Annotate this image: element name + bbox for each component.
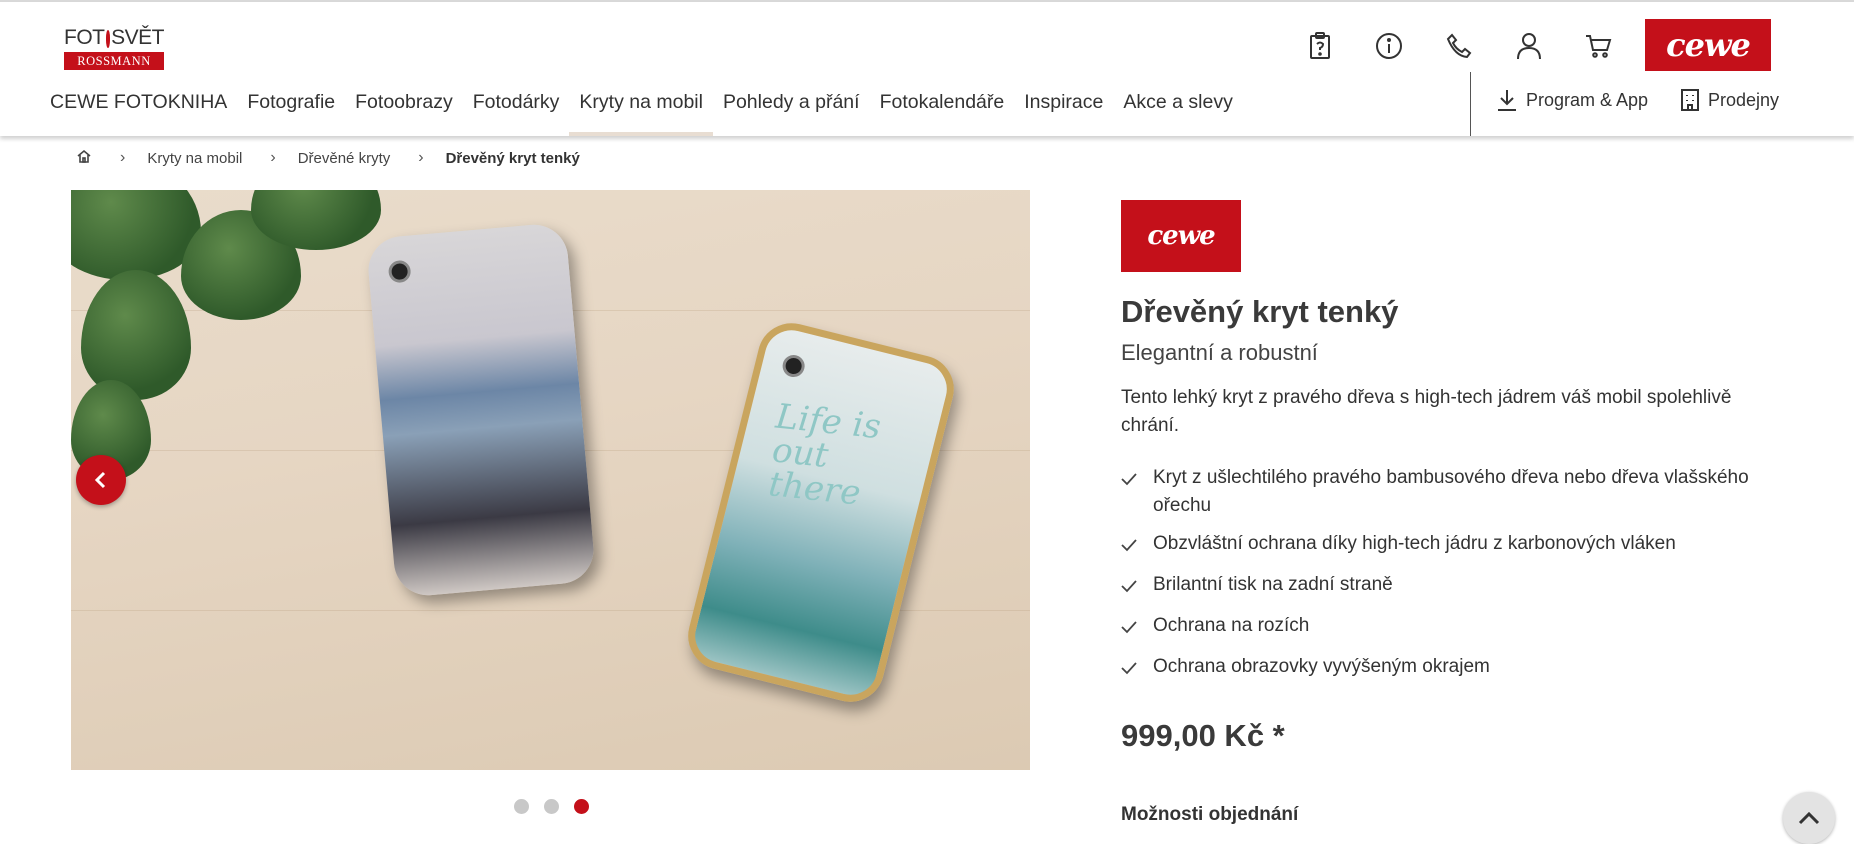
phone-case-image-2: Life is out there	[681, 316, 961, 709]
scroll-to-top-button[interactable]	[1783, 792, 1835, 844]
feature-text: Ochrana na rozích	[1153, 615, 1310, 636]
logo-text-svet: SVĚT	[111, 26, 164, 49]
nav-fotokalendare[interactable]: Fotokalendáře	[870, 82, 1015, 136]
nav-akce-a-slevy[interactable]: Akce a slevy	[1113, 82, 1242, 136]
list-item: Obzvláštní ochrana díky high-tech jádru …	[1121, 530, 1781, 561]
check-icon	[1121, 653, 1153, 684]
list-item: Kryt z ušlechtilého pravého bambusového …	[1121, 464, 1781, 520]
camera-cutout	[780, 352, 807, 380]
case-print-text: Life is out there	[766, 396, 883, 514]
product-price: 999,00 Kč *	[1121, 718, 1285, 753]
logo-o-mark	[105, 30, 111, 48]
nav-fotoobrazy[interactable]: Fotoobrazy	[345, 82, 463, 136]
camera-cutout	[387, 259, 412, 284]
chevron-left-icon	[94, 471, 106, 489]
program-app-link[interactable]: Program & App	[1496, 88, 1648, 112]
list-item: Brilantní tisk na zadní straně	[1121, 571, 1781, 602]
plant-leaf	[81, 270, 191, 400]
chevron-right-icon: ›	[120, 149, 126, 166]
chevron-up-icon	[1798, 811, 1820, 825]
phone-case-image-1	[365, 221, 597, 599]
chevron-right-icon: ›	[418, 149, 424, 166]
feature-text: Ochrana obrazovky vyvýšeným okrajem	[1153, 656, 1490, 677]
list-item: Ochrana na rozích	[1121, 612, 1781, 643]
cewe-brand-badge: cewe	[1121, 200, 1241, 272]
nav-divider	[1470, 72, 1471, 136]
product-info: cewe Dřevěný kryt tenký Elegantní a robu…	[1121, 200, 1781, 754]
check-icon	[1121, 530, 1153, 561]
info-icon[interactable]	[1373, 30, 1405, 62]
breadcrumb-kryty-na-mobil[interactable]: Kryty na mobil	[147, 150, 242, 167]
feature-list: Kryt z ušlechtilého pravého bambusového …	[1121, 464, 1781, 684]
carousel-prev-button[interactable]	[76, 455, 126, 505]
order-options-heading: Možnosti objednání	[1121, 804, 1299, 825]
user-icon[interactable]	[1513, 30, 1545, 62]
cewe-logo-button[interactable]: cewe	[1645, 19, 1771, 71]
carousel-dot-2[interactable]	[544, 799, 559, 814]
cart-icon[interactable]	[1583, 30, 1615, 62]
breadcrumb: › Kryty na mobil › Dřevěné kryty › Dřevě…	[76, 148, 580, 168]
logo-text-fot: FOT	[64, 26, 105, 49]
download-icon	[1498, 90, 1516, 111]
site-header: FOT SVĚT ROSSMANN cewe CEWE FOTOKNIHA Fot…	[0, 2, 1854, 136]
stores-label: Prodejny	[1708, 89, 1780, 110]
home-icon[interactable]	[76, 148, 92, 168]
feature-text: Brilantní tisk na zadní straně	[1153, 574, 1393, 595]
nav-fotodarky[interactable]: Fotodárky	[463, 82, 570, 136]
main-nav: CEWE FOTOKNIHA Fotografie Fotoobrazy Fot…	[40, 82, 1243, 136]
feature-text: Kryt z ušlechtilého pravého bambusového …	[1153, 467, 1749, 516]
stores-link[interactable]: Prodejny	[1680, 88, 1779, 112]
product-description: Tento lehký kryt z pravého dřeva s high-…	[1121, 387, 1732, 436]
product-title: Dřevěný kryt tenký	[1121, 294, 1399, 329]
check-icon	[1121, 571, 1153, 602]
phone-icon[interactable]	[1443, 30, 1475, 62]
carousel-dot-3-active[interactable]	[574, 799, 589, 814]
product-image-carousel[interactable]: Life is out there	[71, 190, 1030, 770]
logo-wordmark: FOT SVĚT	[64, 26, 164, 50]
nav-fotografie[interactable]: Fotografie	[237, 82, 345, 136]
carousel-dot-1[interactable]	[514, 799, 529, 814]
breadcrumb-current: Dřevěný kryt tenký	[445, 149, 580, 167]
nav-cewe-fotokniha[interactable]: CEWE FOTOKNIHA	[40, 82, 237, 136]
feature-text: Obzvláštní ochrana díky high-tech jádru …	[1153, 533, 1676, 554]
breadcrumb-drevene-kryty[interactable]: Dřevěné kryty	[298, 150, 391, 167]
fotosvet-rossmann-logo[interactable]: FOT SVĚT ROSSMANN	[64, 26, 164, 70]
list-item: Ochrana obrazovky vyvýšeným okrajem	[1121, 653, 1781, 684]
chevron-right-icon: ›	[270, 149, 276, 166]
nav-pohledy-a-prani[interactable]: Pohledy a přání	[713, 82, 870, 136]
building-icon	[1681, 89, 1699, 111]
nav-kryty-na-mobil[interactable]: Kryty na mobil	[569, 82, 713, 136]
nav-inspirace[interactable]: Inspirace	[1014, 82, 1113, 136]
carousel-dots	[514, 799, 604, 814]
program-app-label: Program & App	[1526, 89, 1649, 110]
product-subtitle: Elegantní a robustní	[1121, 340, 1318, 365]
clipboard-icon[interactable]	[1304, 30, 1336, 62]
check-icon	[1121, 464, 1153, 520]
logo-rossmann-bar: ROSSMANN	[64, 52, 164, 70]
check-icon	[1121, 612, 1153, 643]
